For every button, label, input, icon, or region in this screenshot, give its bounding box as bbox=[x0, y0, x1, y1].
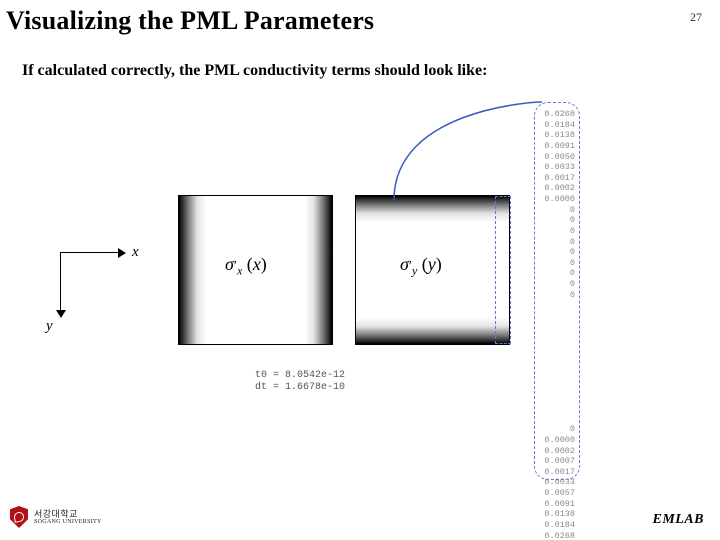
readout-text: t0 = 8.0542e-12 dt = 1.6678e-10 bbox=[255, 370, 345, 394]
column-values: 0.02680.01840.01380.00910.00500.00330.00… bbox=[534, 102, 580, 480]
university-kr: 서강대학교 bbox=[34, 510, 102, 519]
subtitle: If calculated correctly, the PML conduct… bbox=[22, 62, 487, 80]
axis-y-label: y bbox=[46, 318, 53, 335]
column-highlight bbox=[495, 196, 511, 344]
axis-diagram: x y bbox=[60, 240, 140, 320]
sigma-x-label: σ′x (x) bbox=[225, 254, 267, 279]
page-number: 27 bbox=[690, 10, 702, 25]
university-en: SOGANG UNIVERSITY bbox=[34, 519, 102, 525]
axis-x-label: x bbox=[132, 244, 139, 261]
callout-line bbox=[392, 100, 547, 210]
sigma-y-label: σ′y (y) bbox=[400, 254, 442, 279]
university-logo: 서강대학교 SOGANG UNIVERSITY bbox=[10, 506, 102, 528]
shield-icon bbox=[10, 506, 28, 528]
lab-label: EMLAB bbox=[652, 512, 704, 528]
slide-title: Visualizing the PML Parameters bbox=[6, 6, 374, 36]
